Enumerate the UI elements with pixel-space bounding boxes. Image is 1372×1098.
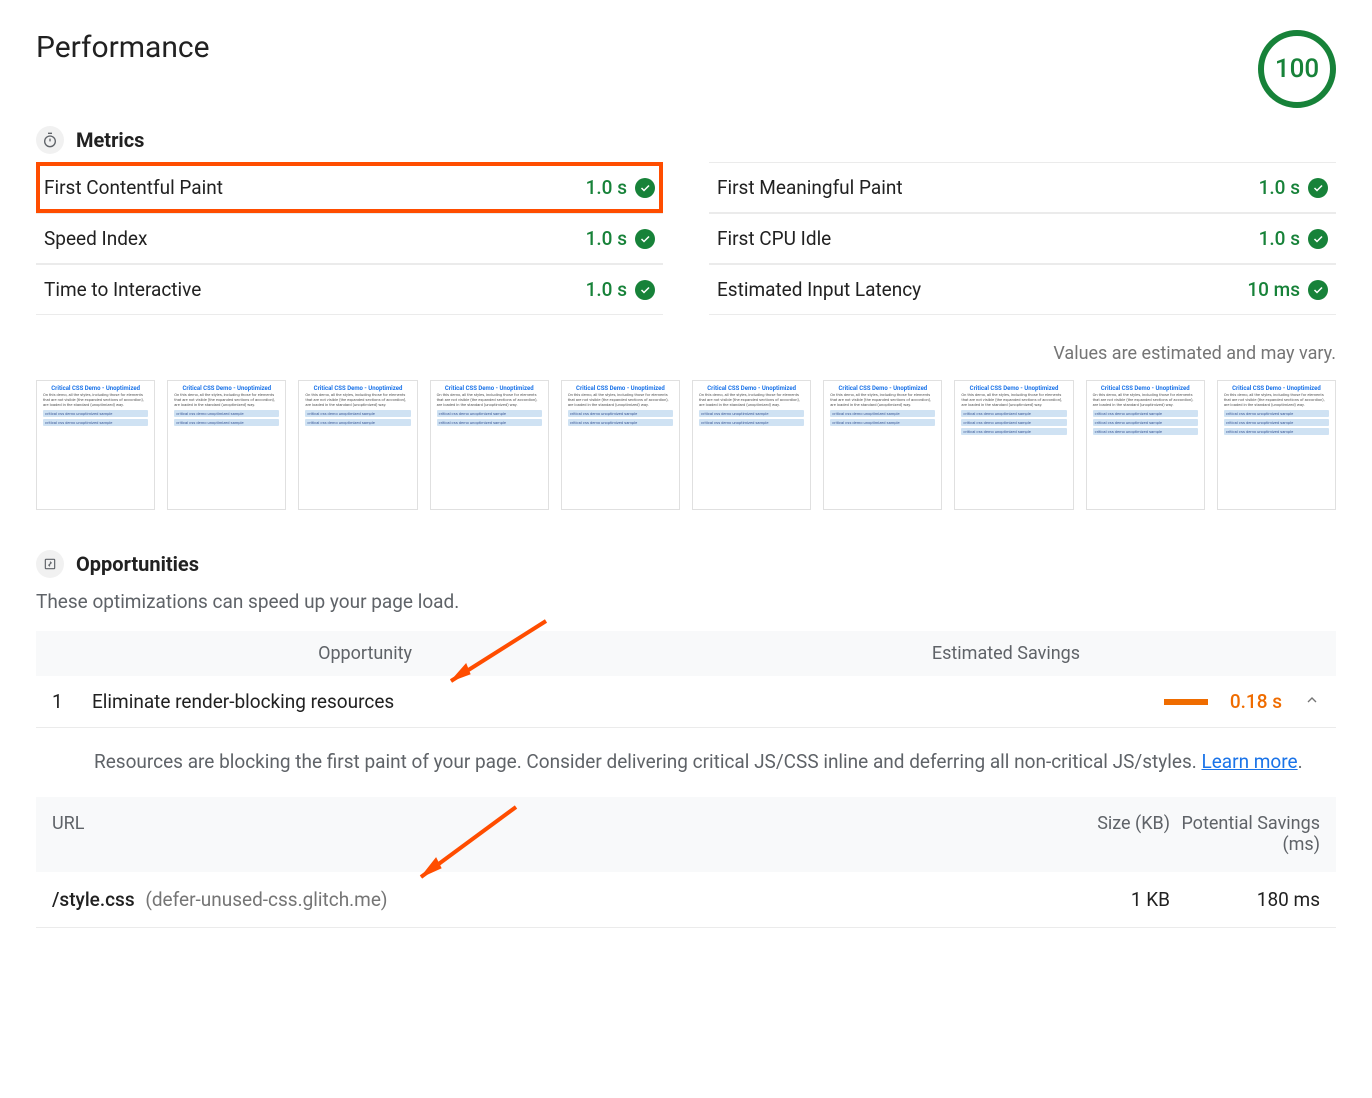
metric-row[interactable]: First CPU Idle 1.0 s xyxy=(709,213,1336,264)
metric-value: 10 ms xyxy=(1247,278,1300,301)
opportunities-icon xyxy=(36,550,64,578)
filmstrip-frame: Critical CSS Demo - UnoptimizedOn this d… xyxy=(1217,380,1336,510)
url-savings: 180 ms xyxy=(1170,888,1320,911)
url-size: 1 KB xyxy=(1050,888,1170,911)
learn-more-link[interactable]: Learn more xyxy=(1201,750,1297,773)
filmstrip-frame: Critical CSS Demo - UnoptimizedOn this d… xyxy=(561,380,680,510)
metrics-label: Metrics xyxy=(76,128,144,152)
opportunities-subtitle: These optimizations can speed up your pa… xyxy=(36,590,1336,613)
metric-name: Time to Interactive xyxy=(44,278,201,301)
url-row: /style.css (defer-unused-css.glitch.me) … xyxy=(36,872,1336,928)
metrics-section-header: Metrics xyxy=(36,126,1336,154)
opp-col-savings: Estimated Savings xyxy=(432,643,1320,664)
metric-name: Estimated Input Latency xyxy=(717,278,921,301)
opportunities-label: Opportunities xyxy=(76,552,199,576)
metric-row[interactable]: Speed Index 1.0 s xyxy=(36,213,663,264)
metric-row[interactable]: First Contentful Paint 1.0 s xyxy=(36,162,663,213)
opportunity-bar xyxy=(1164,699,1208,705)
url-col-size: Size (KB) xyxy=(1050,813,1170,856)
opportunity-number: 1 xyxy=(52,690,92,713)
url-col-url: URL xyxy=(52,813,1050,856)
opportunities-section-header: Opportunities xyxy=(36,550,1336,578)
filmstrip-frame: Critical CSS Demo - UnoptimizedOn this d… xyxy=(298,380,417,510)
opportunities-table-header: Opportunity Estimated Savings xyxy=(36,631,1336,676)
filmstrip-frame: Critical CSS Demo - UnoptimizedOn this d… xyxy=(36,380,155,510)
metric-name: Speed Index xyxy=(44,227,147,250)
check-icon xyxy=(635,280,655,300)
metric-value: 1.0 s xyxy=(1259,176,1300,199)
filmstrip-frame: Critical CSS Demo - UnoptimizedOn this d… xyxy=(1086,380,1205,510)
metric-row[interactable]: Time to Interactive 1.0 s xyxy=(36,264,663,315)
filmstrip-frame: Critical CSS Demo - UnoptimizedOn this d… xyxy=(954,380,1073,510)
stopwatch-icon xyxy=(36,126,64,154)
metric-value: 1.0 s xyxy=(586,176,627,199)
metric-row[interactable]: Estimated Input Latency 10 ms xyxy=(709,264,1336,315)
metric-name: First Meaningful Paint xyxy=(717,176,903,199)
metric-row[interactable]: First Meaningful Paint 1.0 s xyxy=(709,162,1336,213)
check-icon xyxy=(1308,178,1328,198)
page-title: Performance xyxy=(36,30,210,65)
opp-col-name: Opportunity xyxy=(52,643,432,664)
metric-value: 1.0 s xyxy=(586,227,627,250)
opportunity-time: 0.18 s xyxy=(1222,690,1282,713)
metrics-footnote: Values are estimated and may vary. xyxy=(36,343,1336,364)
filmstrip-frame: Critical CSS Demo - UnoptimizedOn this d… xyxy=(430,380,549,510)
filmstrip: Critical CSS Demo - UnoptimizedOn this d… xyxy=(36,380,1336,510)
opportunity-row[interactable]: 1 Eliminate render-blocking resources 0.… xyxy=(36,676,1336,728)
performance-score: 100 xyxy=(1258,30,1336,108)
opportunity-name: Eliminate render-blocking resources xyxy=(92,690,592,713)
check-icon xyxy=(1308,280,1328,300)
opportunity-description: Resources are blocking the first paint o… xyxy=(36,728,1336,797)
metric-name: First Contentful Paint xyxy=(44,176,223,199)
check-icon xyxy=(1308,229,1328,249)
url-path: /style.css xyxy=(52,888,135,911)
url-col-savings: Potential Savings (ms) xyxy=(1170,813,1320,856)
metric-value: 1.0 s xyxy=(586,278,627,301)
url-table-header: URL Size (KB) Potential Savings (ms) xyxy=(36,797,1336,872)
url-host: (defer-unused-css.glitch.me) xyxy=(145,888,387,911)
metric-value: 1.0 s xyxy=(1259,227,1300,250)
filmstrip-frame: Critical CSS Demo - UnoptimizedOn this d… xyxy=(692,380,811,510)
check-icon xyxy=(635,178,655,198)
check-icon xyxy=(635,229,655,249)
metric-name: First CPU Idle xyxy=(717,227,831,250)
metrics-grid: First Contentful Paint1.0 sFirst Meaning… xyxy=(36,162,1336,315)
filmstrip-frame: Critical CSS Demo - UnoptimizedOn this d… xyxy=(823,380,942,510)
chevron-up-icon[interactable] xyxy=(1304,690,1320,713)
filmstrip-frame: Critical CSS Demo - UnoptimizedOn this d… xyxy=(167,380,286,510)
